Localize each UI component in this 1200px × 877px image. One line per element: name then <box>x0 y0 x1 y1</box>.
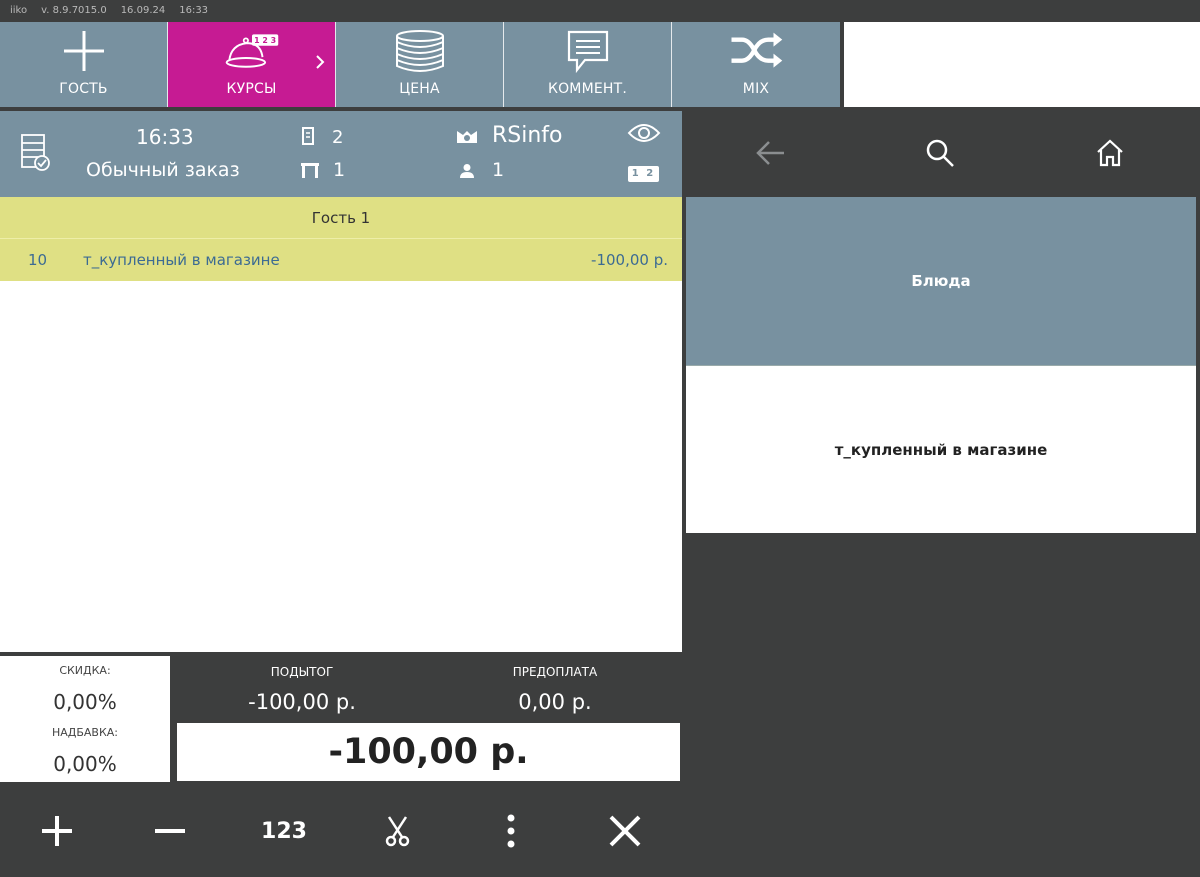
order-toolbar: ГОСТЬ 1 2 3 КУРСЫ ЦЕНА КОММЕНТ. MIX <box>0 22 844 107</box>
price-button[interactable]: ЦЕНА <box>336 22 504 107</box>
table-icon <box>300 161 320 183</box>
receipt-icon <box>301 127 315 149</box>
search-icon <box>926 139 954 167</box>
order-total: -100,00 р. <box>177 723 680 781</box>
mix-button[interactable]: MIX <box>672 22 840 107</box>
chevron-right-icon <box>315 54 325 75</box>
back-button[interactable] <box>748 133 792 173</box>
more-options-button[interactable] <box>486 808 536 854</box>
order-guest-count: 1 <box>492 159 505 181</box>
discount-label: СКИДКА: <box>59 664 111 677</box>
menu-product-tile[interactable]: т_купленный в магазине <box>686 365 1196 533</box>
scissors-icon <box>385 816 410 847</box>
waiter-icon <box>455 129 479 149</box>
totals-panel: СКИДКА: 0,00% НАДБАВКА: 0,00% ПОДЫТОГ -1… <box>0 652 682 784</box>
arrow-left-icon <box>756 141 784 165</box>
coins-icon <box>392 28 448 74</box>
course-cloche-icon: 1 2 3 <box>224 28 280 74</box>
order-table-number: 1 <box>333 159 346 181</box>
close-icon <box>609 815 641 847</box>
order-item-row[interactable]: 10 т_купленный в магазине -100,00 р. <box>0 239 682 281</box>
app-version: v. 8.9.7015.0 <box>41 5 107 16</box>
subtotal-value: -100,00 р. <box>248 690 356 714</box>
menu-category-tile[interactable]: Блюда <box>686 197 1196 365</box>
mix-label: MIX <box>742 81 770 97</box>
toolbar-empty-area <box>844 22 1200 107</box>
decrease-button[interactable] <box>145 808 195 854</box>
order-type: Обычный заказ <box>86 159 240 181</box>
title-bar: iiko v. 8.9.7015.0 16.09.24 16:33 <box>0 0 1200 22</box>
menu-nav <box>686 111 1196 196</box>
discount-value: 0,00% <box>53 690 117 714</box>
app-name: iiko <box>10 5 28 16</box>
item-price: -100,00 р. <box>591 251 668 269</box>
minus-icon <box>155 829 185 833</box>
guest-header-row[interactable]: Гость 1 <box>0 197 682 239</box>
comment-button[interactable]: КОММЕНТ. <box>504 22 672 107</box>
order-items-list[interactable]: Гость 1 10 т_купленный в магазине -100,0… <box>0 197 682 652</box>
order-time: 16:33 <box>136 125 194 149</box>
app-date: 16.09.24 <box>120 5 166 16</box>
comment-label: КОММЕНТ. <box>547 81 628 97</box>
courses-badge: 1 2 3 <box>254 36 276 45</box>
action-bar: 123 <box>0 784 682 877</box>
add-guest-button[interactable]: ГОСТЬ <box>0 22 168 107</box>
discount-box[interactable]: СКИДКА: 0,00% НАДБАВКА: 0,00% <box>0 656 170 782</box>
person-icon <box>460 163 474 183</box>
subtotal-label: ПОДЫТОГ <box>270 665 334 679</box>
plus-icon <box>56 28 112 74</box>
order-doc-count: 2 <box>332 127 344 148</box>
plus-icon <box>42 816 72 846</box>
course-number-badge[interactable]: 1 2 3 <box>628 166 659 195</box>
add-guest-label: ГОСТЬ <box>59 81 108 97</box>
order-waiter: RSinfo <box>492 123 563 148</box>
home-button[interactable] <box>1088 133 1132 173</box>
eye-icon[interactable] <box>627 123 661 147</box>
app-time: 16:33 <box>179 5 209 16</box>
prepayment-label: ПРЕДОПЛАТА <box>512 665 598 679</box>
item-quantity: 10 <box>28 251 48 269</box>
quantity-numpad-button[interactable]: 123 <box>259 808 309 854</box>
order-list-icon <box>20 133 52 177</box>
comment-icon <box>560 28 616 74</box>
split-button[interactable] <box>372 808 422 854</box>
increase-button[interactable] <box>32 808 82 854</box>
home-icon <box>1097 139 1123 167</box>
prepayment-value: 0,00 р. <box>518 690 592 714</box>
markup-label: НАДБАВКА: <box>51 726 119 739</box>
shuffle-icon <box>728 28 784 74</box>
delete-item-button[interactable] <box>600 808 650 854</box>
markup-value: 0,00% <box>53 752 117 776</box>
item-name: т_купленный в магазине <box>83 251 280 269</box>
more-vertical-icon <box>507 814 515 848</box>
order-header[interactable]: 16:33 Обычный заказ 2 1 RSinfo 1 1 2 3 <box>0 111 682 197</box>
courses-label: КУРСЫ <box>226 81 277 97</box>
price-label: ЦЕНА <box>399 81 440 97</box>
courses-button[interactable]: 1 2 3 КУРСЫ <box>168 22 336 107</box>
search-button[interactable] <box>918 133 962 173</box>
